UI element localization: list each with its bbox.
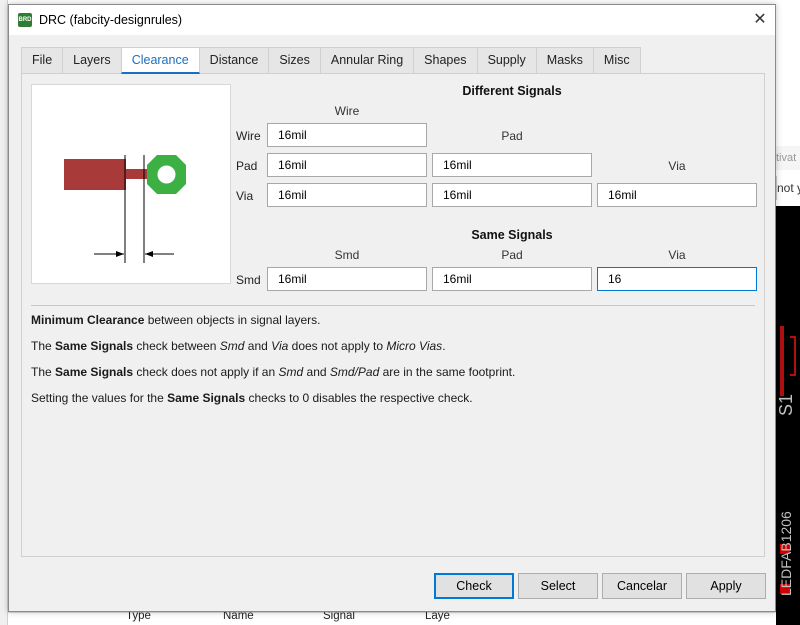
desc-text: . [442, 339, 446, 353]
desc-italic: Smd/Pad [329, 365, 380, 379]
desc-text: check does not apply if an [133, 365, 279, 379]
desc-text: and [244, 339, 272, 353]
clearance-panel: Different Signals Wire Pad Via Wire Pad … [21, 73, 765, 557]
check-button[interactable]: Check [434, 573, 514, 599]
description-line-2: The Same Signals check between Smd and V… [31, 339, 446, 353]
board-outline [790, 336, 796, 376]
window-title: DRC (fabcity-designrules) [39, 13, 183, 27]
row-label-pad: Pad [236, 159, 258, 173]
desc-bold: Minimum Clearance [31, 313, 145, 327]
tab-supply[interactable]: Supply [476, 47, 537, 73]
title-bar[interactable]: BRD DRC (fabcity-designrules) ✕ [9, 5, 775, 35]
board-trace [780, 326, 784, 396]
desc-text: does not apply to [288, 339, 387, 353]
desc-bold: Same Signals [55, 339, 134, 353]
desc-text: checks to 0 disables the respective chec… [245, 391, 473, 405]
tab-file[interactable]: File [21, 47, 64, 73]
tab-bar: File Layers Clearance Distance Sizes Ann… [21, 47, 641, 74]
via-pad-input[interactable] [432, 183, 592, 207]
arrow-right-head [145, 251, 153, 257]
cancel-button[interactable]: Cancelar [602, 573, 682, 599]
desc-italic: Smd [219, 339, 245, 353]
clearance-diagram [64, 155, 186, 263]
description-line-1: Minimum Clearance between objects in sig… [31, 313, 320, 327]
desc-italic: Smd [278, 365, 304, 379]
col-label-smd: Smd [334, 248, 360, 262]
wire-shape [64, 159, 126, 190]
row-label-wire: Wire [236, 129, 261, 143]
col-label-same-pad: Pad [501, 248, 523, 262]
smd-via-input[interactable] [597, 267, 757, 291]
tab-annular-ring[interactable]: Annular Ring [319, 47, 415, 73]
desc-text: The [31, 365, 56, 379]
background-hint-text-2: not y [776, 176, 800, 200]
desc-text: The [31, 339, 56, 353]
pad-wire-input[interactable] [267, 153, 427, 177]
via-wire-input[interactable] [267, 183, 427, 207]
tab-clearance[interactable]: Clearance [120, 47, 200, 74]
desc-italic: Micro Vias [386, 339, 443, 353]
background-board-canvas[interactable]: S1 LEDFAB1206 [776, 206, 800, 625]
description-line-4: Setting the values for the Same Signals … [31, 391, 473, 405]
tab-sizes[interactable]: Sizes [268, 47, 321, 73]
col-label-same-via: Via [668, 248, 686, 262]
board-label-led: LEDFAB1206 [778, 511, 794, 596]
close-button[interactable]: ✕ [745, 5, 775, 35]
pad-pad-input[interactable] [432, 153, 592, 177]
background-app-left-strip [0, 0, 8, 625]
desc-bold: Same Signals [167, 391, 246, 405]
wire-wire-input[interactable] [267, 123, 427, 147]
same-signals-heading: Same Signals [471, 228, 553, 242]
via-via-input[interactable] [597, 183, 757, 207]
desc-text: are in the same footprint. [379, 365, 516, 379]
clearance-preview-image [31, 84, 231, 284]
arrow-left-head [116, 251, 124, 257]
col-label-wire: Wire [334, 104, 360, 118]
row-label-smd: Smd [236, 273, 261, 287]
tab-misc[interactable]: Misc [592, 47, 641, 73]
drc-dialog: BRD DRC (fabcity-designrules) ✕ File Lay… [8, 4, 776, 612]
app-board-icon: BRD [18, 13, 32, 27]
desc-text: check between [133, 339, 220, 353]
divider [31, 305, 755, 306]
smd-pad-input[interactable] [432, 267, 592, 291]
board-label-s1: S1 [776, 393, 796, 416]
tab-distance[interactable]: Distance [198, 47, 270, 73]
apply-button[interactable]: Apply [686, 573, 766, 599]
select-button[interactable]: Select [518, 573, 598, 599]
smd-smd-input[interactable] [267, 267, 427, 291]
desc-text: between objects in signal layers. [144, 313, 321, 327]
desc-text: Setting the values for the [31, 391, 168, 405]
col-label-pad: Pad [501, 129, 523, 143]
tab-shapes[interactable]: Shapes [413, 47, 478, 73]
background-app-right-strip: tivat not y S1 LEDFAB1206 [776, 0, 800, 625]
desc-bold: Same Signals [55, 365, 134, 379]
desc-text: and [303, 365, 330, 379]
background-hint-text: tivat [776, 146, 800, 170]
col-label-via: Via [668, 159, 686, 173]
tab-masks[interactable]: Masks [535, 47, 594, 73]
tab-layers[interactable]: Layers [62, 47, 122, 73]
row-label-via: Via [236, 189, 254, 203]
description-line-3: The Same Signals check does not apply if… [31, 365, 515, 379]
via-drill [157, 165, 176, 184]
different-signals-heading: Different Signals [462, 84, 562, 98]
background-table-header: Type Name Signal Laye [8, 610, 776, 625]
desc-italic: Via [271, 339, 289, 353]
